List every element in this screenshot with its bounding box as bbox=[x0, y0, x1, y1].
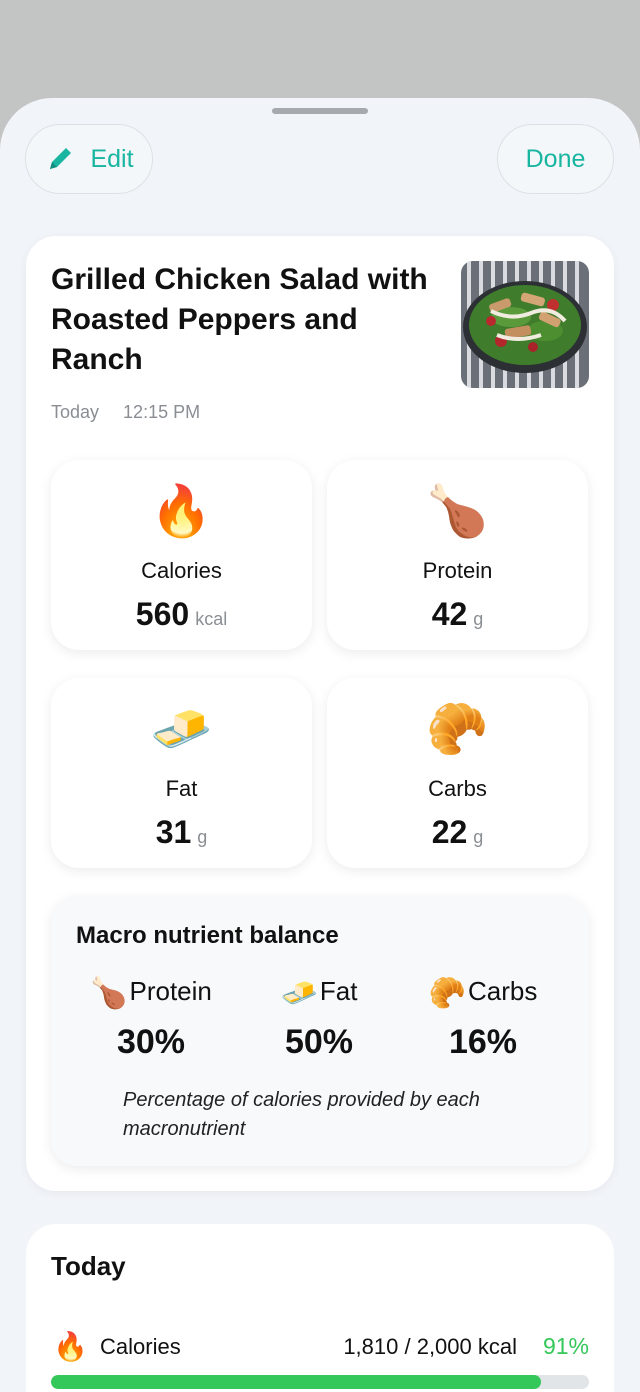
macro-protein-pct: 30% bbox=[116, 1023, 186, 1061]
macro-carbs: 🥐Carbs 16% bbox=[403, 976, 563, 1062]
macro-fat-label: Fat bbox=[319, 976, 358, 1006]
fat-unit: g bbox=[197, 827, 208, 847]
macro-protein-label: Protein bbox=[129, 976, 212, 1006]
calories-unit: kcal bbox=[195, 609, 228, 629]
fire-icon: 🔥 bbox=[150, 483, 213, 539]
carbs-value: 22 g bbox=[431, 814, 484, 850]
macro-balance-panel: Macro nutrient balance 🍗Protein 30% 🧈Fat… bbox=[51, 896, 589, 1166]
macro-fat: 🧈Fat 50% bbox=[239, 976, 399, 1062]
calories-progress-row[interactable]: 🔥 Calories 1,810 / 2,000 kcal 91% bbox=[51, 1330, 589, 1366]
macro-carbs-pct: 16% bbox=[448, 1023, 518, 1061]
macro-carbs-label: Carbs bbox=[468, 976, 538, 1006]
carbs-label: Carbs bbox=[428, 776, 487, 801]
butter-icon: 🧈 bbox=[150, 701, 213, 757]
protein-label: Protein bbox=[422, 558, 493, 583]
protein-unit: g bbox=[473, 609, 484, 629]
protein-tile[interactable]: 🍗 Protein 42 g bbox=[327, 460, 588, 650]
today-title: Today bbox=[51, 1251, 126, 1281]
calories-progress-bar bbox=[51, 1375, 589, 1389]
done-button-label: Done bbox=[525, 144, 586, 173]
protein-value: 42 g bbox=[431, 596, 484, 632]
poultry-leg-icon: 🍗 bbox=[426, 483, 489, 539]
poultry-leg-icon: 🍗 bbox=[90, 977, 128, 1010]
fat-label: Fat bbox=[165, 776, 198, 801]
macro-balance-title: Macro nutrient balance bbox=[76, 922, 339, 949]
meal-detail-sheet: Edit Done Grilled Chicken Salad with Roa… bbox=[0, 98, 640, 1392]
macro-protein: 🍗Protein 30% bbox=[71, 976, 231, 1062]
fire-icon: 🔥 bbox=[53, 1331, 88, 1362]
meal-timestamp: Today 12:15 PM bbox=[51, 402, 200, 423]
fat-value: 31 g bbox=[155, 814, 208, 850]
edit-button[interactable]: Edit bbox=[25, 124, 153, 194]
sheet-grabber[interactable] bbox=[272, 108, 368, 114]
meal-title: Grilled Chicken Salad with Roasted Peppe… bbox=[51, 263, 428, 376]
croissant-icon: 🥐 bbox=[426, 701, 489, 757]
calories-label: Calories bbox=[141, 558, 222, 583]
calories-row-percent: 91% bbox=[542, 1333, 589, 1359]
macro-balance-note: Percentage of calories provided by each … bbox=[123, 1089, 480, 1140]
calories-row-value: 1,810 / 2,000 kcal bbox=[343, 1334, 517, 1359]
calories-row-label: Calories bbox=[100, 1334, 181, 1359]
croissant-icon: 🥐 bbox=[428, 977, 466, 1010]
done-button[interactable]: Done bbox=[497, 124, 614, 194]
calories-value: 560 kcal bbox=[135, 596, 228, 632]
macro-fat-pct: 50% bbox=[284, 1023, 354, 1061]
carbs-tile[interactable]: 🥐 Carbs 22 g bbox=[327, 678, 588, 868]
butter-icon: 🧈 bbox=[280, 977, 318, 1010]
meal-photo[interactable] bbox=[461, 261, 589, 388]
meal-card: Grilled Chicken Salad with Roasted Peppe… bbox=[26, 236, 614, 1191]
fat-tile[interactable]: 🧈 Fat 31 g bbox=[51, 678, 312, 868]
meal-day: Today bbox=[51, 402, 100, 422]
meal-time: 12:15 PM bbox=[123, 402, 201, 422]
today-summary-card: Today 🔥 Calories 1,810 / 2,000 kcal 91% bbox=[26, 1224, 614, 1392]
edit-button-label: Edit bbox=[90, 144, 134, 173]
carbs-unit: g bbox=[473, 827, 484, 847]
pencil-icon bbox=[50, 148, 72, 169]
calories-tile[interactable]: 🔥 Calories 560 kcal bbox=[51, 460, 312, 650]
calories-progress-fill bbox=[51, 1375, 541, 1389]
